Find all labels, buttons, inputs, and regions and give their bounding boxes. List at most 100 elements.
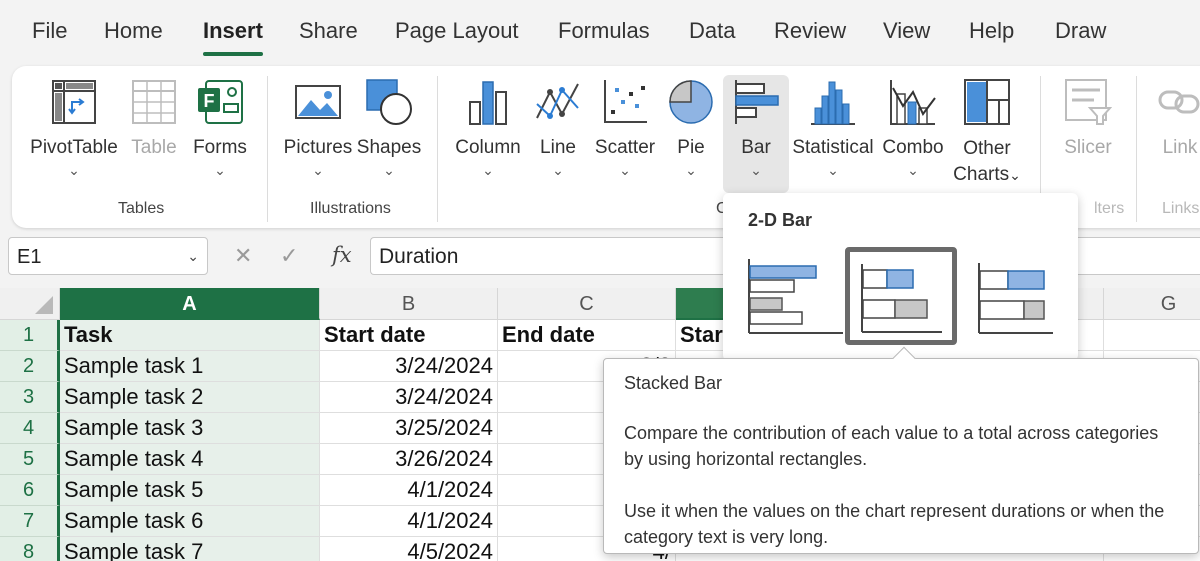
combo-label: Combo (882, 137, 944, 158)
column-header[interactable]: C (498, 288, 676, 320)
active-tab-indicator (203, 52, 263, 56)
chevron-down-icon: ⌄ (750, 162, 762, 178)
pivottable-icon (52, 80, 96, 124)
cell[interactable]: Task (60, 320, 320, 351)
cancel-icon[interactable]: ✕ (234, 243, 252, 269)
cell[interactable]: 4/5/2024 (320, 537, 498, 561)
pie-chart-button[interactable]: Pie ⌄ (666, 78, 716, 178)
100-stacked-bar-icon (978, 263, 1053, 334)
chevron-down-icon: ⌄ (827, 162, 839, 178)
bar-chart-icon (735, 80, 779, 124)
group-separator (437, 76, 438, 222)
tab-share[interactable]: Share (299, 18, 358, 44)
slicer-button[interactable]: Slicer (1060, 78, 1116, 160)
cell[interactable]: 4/1/2024 (320, 475, 498, 506)
tab-draw[interactable]: Draw (1055, 18, 1106, 44)
cell[interactable] (1104, 320, 1200, 351)
line-chart-button[interactable]: Line ⌄ (532, 78, 584, 178)
chevron-down-icon[interactable]: ⌄ (187, 248, 199, 265)
tab-data[interactable]: Data (689, 18, 735, 44)
tab-view[interactable]: View (883, 18, 930, 44)
stacked-bar-option[interactable] (845, 247, 957, 345)
chevron-down-icon: ⌄ (383, 162, 395, 178)
shapes-label: Shapes (356, 137, 422, 158)
cell[interactable]: Sample task 3 (60, 413, 320, 444)
cell[interactable]: 3/25/2024 (320, 413, 498, 444)
tab-page-layout[interactable]: Page Layout (395, 18, 519, 44)
row-header[interactable]: 1 (0, 320, 60, 351)
cell[interactable]: Sample task 2 (60, 382, 320, 413)
line-label: Line (540, 137, 576, 158)
row-header[interactable]: 5 (0, 444, 60, 475)
chevron-down-icon: ⌄ (685, 162, 697, 178)
tab-formulas[interactable]: Formulas (558, 18, 650, 44)
other-charts-button[interactable]: Other Charts⌄ (953, 78, 1021, 188)
chevron-down-icon: ⌄ (1009, 167, 1021, 183)
link-button[interactable]: Link (1152, 78, 1200, 160)
bar-chart-button[interactable]: Bar ⌄ (723, 75, 789, 193)
clustered-bar-option[interactable] (745, 249, 845, 341)
tab-help[interactable]: Help (969, 18, 1014, 44)
tab-home[interactable]: Home (104, 18, 163, 44)
chevron-down-icon: ⌄ (214, 162, 226, 178)
tooltip-title: Stacked Bar (624, 373, 723, 393)
column-header[interactable]: G (1104, 288, 1200, 320)
row-header[interactable]: 8 (0, 537, 60, 561)
pictures-button[interactable]: Pictures ⌄ (282, 78, 354, 178)
group-label-illustrations: Illustrations (310, 200, 391, 217)
combo-chart-icon (890, 80, 936, 125)
cell[interactable]: 3/24/2024 (320, 382, 498, 413)
cell[interactable]: Start date (320, 320, 498, 351)
cell[interactable]: End date (498, 320, 676, 351)
column-header[interactable]: B (320, 288, 498, 320)
menu-bar: File Home Insert Share Page Layout Formulas Da… (0, 0, 1200, 66)
scatter-chart-button[interactable]: Scatter ⌄ (592, 78, 658, 178)
formula-controls: ✕ ✓ fx (222, 237, 368, 275)
chevron-down-icon: ⌄ (312, 162, 324, 178)
column-label: Column (455, 137, 521, 158)
formula-value: Duration (379, 245, 459, 268)
scatter-label: Scatter (594, 137, 656, 158)
cell[interactable]: 3/24/2024 (320, 351, 498, 382)
column-chart-button[interactable]: Column ⌄ (454, 78, 522, 178)
tab-insert[interactable]: Insert (203, 18, 263, 44)
cell[interactable]: 3/26/2024 (320, 444, 498, 475)
cell[interactable]: Sample task 6 (60, 506, 320, 537)
column-header[interactable]: A (60, 288, 320, 320)
table-button[interactable]: Table (127, 78, 181, 160)
100-stacked-bar-option[interactable] (975, 249, 1075, 341)
row-header[interactable]: 6 (0, 475, 60, 506)
statistical-chart-button[interactable]: Statistical ⌄ (790, 78, 876, 178)
column-chart-icon (469, 81, 507, 125)
group-label-links: Links (1162, 200, 1200, 217)
cell[interactable]: Sample task 1 (60, 351, 320, 382)
cell[interactable]: Sample task 5 (60, 475, 320, 506)
other-charts-label: Other Charts⌄ (953, 136, 1021, 188)
name-box[interactable]: E1 ⌄ (8, 237, 208, 275)
clustered-bar-icon (748, 259, 843, 334)
group-separator (267, 76, 268, 222)
pictures-label: Pictures (283, 137, 353, 158)
tab-review[interactable]: Review (774, 18, 846, 44)
table-icon (132, 80, 176, 124)
row-header[interactable]: 3 (0, 382, 60, 413)
select-all-button[interactable] (0, 288, 60, 320)
tab-file[interactable]: File (32, 18, 67, 44)
confirm-icon[interactable]: ✓ (280, 243, 298, 269)
combo-chart-button[interactable]: Combo ⌄ (880, 78, 946, 178)
link-label: Link (1162, 137, 1198, 158)
row-header[interactable]: 4 (0, 413, 60, 444)
cell[interactable]: Sample task 7 (60, 537, 320, 561)
tooltip-usage: Use it when the values on the chart repr… (624, 501, 1165, 547)
group-separator (1136, 76, 1137, 222)
shapes-button[interactable]: Shapes ⌄ (356, 78, 422, 178)
slicer-icon (1065, 79, 1112, 125)
cell[interactable]: 4/1/2024 (320, 506, 498, 537)
bar-chart-dropdown: 2-D Bar (723, 193, 1078, 361)
row-header[interactable]: 7 (0, 506, 60, 537)
pivottable-button[interactable]: PivotTable ⌄ (30, 78, 118, 178)
row-header[interactable]: 2 (0, 351, 60, 382)
cell[interactable]: Sample task 4 (60, 444, 320, 475)
insert-function-icon[interactable]: fx (332, 243, 352, 267)
forms-button[interactable]: F Forms ⌄ (190, 78, 250, 178)
